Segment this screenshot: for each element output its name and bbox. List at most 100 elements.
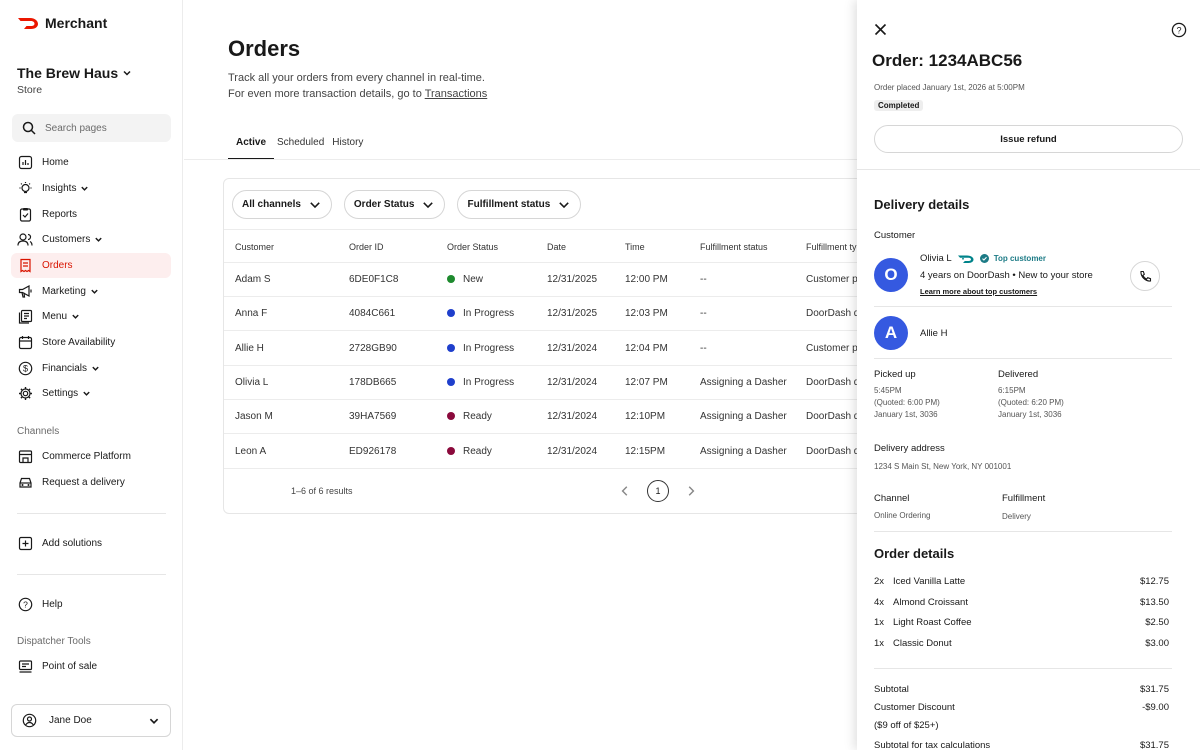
- car-icon: [17, 475, 33, 491]
- tab-active[interactable]: Active: [228, 130, 275, 160]
- sidebar-item-settings[interactable]: Settings: [11, 381, 171, 406]
- table-row[interactable]: Allie H 2728GB90 In Progress 12/31/2024 12:0…: [224, 332, 862, 366]
- order-item-qty: 2x: [874, 576, 885, 587]
- sidebar-item-menu[interactable]: Menu: [11, 304, 171, 329]
- table-cell-ftype: DoorDash d: [806, 376, 860, 388]
- fulfillment-value: Delivery: [1002, 512, 1031, 521]
- avatar: O: [874, 258, 908, 292]
- status-dot-icon: [447, 446, 455, 455]
- table-cell-id: 39HA7569: [349, 411, 397, 423]
- sidebar-item-commerce-platform[interactable]: Commerce Platform: [11, 444, 171, 469]
- table-cell-ftype: DoorDash d: [806, 445, 860, 457]
- chevron-down-icon: [92, 366, 99, 371]
- status-dot-icon: [447, 412, 455, 421]
- column-header[interactable]: Fulfillment status: [700, 242, 768, 252]
- svg-text:$: $: [22, 364, 27, 374]
- table-row[interactable]: Anna F 4084C661 In Progress 12/31/2025 12:03…: [224, 297, 862, 332]
- table-cell-customer: Leon A: [235, 445, 267, 457]
- sidebar-item-request-delivery[interactable]: Request a delivery: [11, 470, 171, 495]
- divider: [184, 159, 857, 160]
- table-header: Customer Order ID Order Status Date Time…: [224, 229, 862, 263]
- subtotal-value: $31.75: [1139, 684, 1169, 695]
- table-cell-customer: Anna F: [235, 308, 268, 320]
- column-header[interactable]: Date: [547, 242, 566, 252]
- phone-icon: [1139, 270, 1151, 282]
- sidebar-item-customers[interactable]: Customers: [11, 227, 171, 252]
- table-cell-time: 12:07 PM: [625, 376, 668, 388]
- table-cell-time: 12:03 PM: [625, 308, 668, 320]
- search-box[interactable]: [12, 114, 171, 142]
- divider: [874, 358, 1172, 359]
- tab-history[interactable]: History: [332, 130, 371, 160]
- doordash-logo-icon: [18, 18, 38, 29]
- sidebar-item-store-availability[interactable]: Store Availability: [11, 330, 171, 355]
- table-cell-ftype: Customer p: [806, 274, 858, 285]
- sidebar-item-reports[interactable]: Reports: [11, 202, 171, 227]
- column-header[interactable]: Time: [625, 242, 645, 252]
- call-customer-button[interactable]: [1130, 261, 1160, 291]
- close-icon[interactable]: [874, 23, 887, 36]
- column-header[interactable]: Customer: [235, 242, 274, 252]
- learn-more-link[interactable]: Learn more about top customers: [920, 287, 1037, 296]
- issue-refund-button[interactable]: Issue refund: [874, 125, 1183, 153]
- delivered-label: Delivered: [998, 369, 1039, 380]
- chevron-down-icon: [559, 201, 570, 208]
- fulfillment-status-filter[interactable]: Fulfillment status: [457, 190, 582, 219]
- sidebar-item-label: Store Availability: [42, 337, 116, 348]
- discount-value: -$9.00: [1142, 702, 1169, 713]
- add-solutions-button[interactable]: Add solutions: [11, 531, 171, 556]
- help-button[interactable]: ? Help: [11, 592, 171, 617]
- order-status-cell: In Progress: [447, 308, 514, 319]
- order-item-row: 2x Iced Vanilla Latte $12.75: [874, 576, 1169, 587]
- column-header[interactable]: Fulfillment ty: [806, 242, 857, 252]
- channel-label: Channel: [874, 493, 910, 504]
- column-header[interactable]: Order ID: [349, 242, 384, 252]
- status-text: New: [463, 274, 484, 285]
- transactions-link[interactable]: Transactions: [425, 88, 488, 100]
- table-row[interactable]: Adam S 6DE0F1C8 New 12/31/2025 12:00 PM -- Cus…: [224, 263, 862, 297]
- search-input[interactable]: [45, 122, 155, 134]
- chevron-right-icon[interactable]: [685, 485, 697, 497]
- delivery-address-label: Delivery address: [874, 443, 945, 454]
- tab-scheduled[interactable]: Scheduled: [274, 130, 332, 160]
- tax-subtotal-row: Subtotal for tax calculations $31.75: [874, 740, 1169, 750]
- table-cell-fstatus: --: [700, 274, 707, 285]
- brand[interactable]: Merchant: [17, 15, 107, 31]
- user-menu[interactable]: Jane Doe: [11, 704, 171, 737]
- sidebar-item-home[interactable]: Home: [11, 150, 171, 175]
- filter-bar: All channels Order Status Fulfillment st…: [232, 190, 582, 219]
- sidebar-item-orders[interactable]: Orders: [11, 253, 171, 278]
- sidebar-item-financials[interactable]: $ Financials: [11, 356, 171, 381]
- channels-filter[interactable]: All channels: [232, 190, 332, 219]
- sidebar-item-marketing[interactable]: Marketing: [11, 279, 171, 304]
- page-number-button[interactable]: 1: [647, 480, 669, 502]
- divider: [874, 531, 1172, 532]
- order-status-cell: New: [447, 274, 483, 285]
- column-header[interactable]: Order Status: [447, 242, 498, 252]
- sidebar-item-label: Add solutions: [42, 538, 103, 549]
- order-item-price: $12.75: [1139, 576, 1169, 587]
- table-row[interactable]: Leon A ED926178 Ready 12/31/2024 12:15PM Assi…: [224, 435, 862, 469]
- store-switcher[interactable]: The Brew Haus: [17, 65, 132, 81]
- sidebar-item-point-of-sale[interactable]: Point of sale: [11, 654, 171, 679]
- table-row[interactable]: Olivia L 178DB665 In Progress 12/31/2024 12:…: [224, 366, 862, 400]
- sidebar-item-label: Home: [42, 157, 69, 168]
- help-circle-icon[interactable]: ?: [1171, 22, 1187, 38]
- table-row[interactable]: Jason M 39HA7569 Ready 12/31/2024 12:10PM Ass…: [224, 400, 862, 435]
- store-name: The Brew Haus: [17, 65, 119, 81]
- pos-terminal-icon: [17, 659, 33, 675]
- sidebar-item-insights[interactable]: Insights: [11, 176, 171, 201]
- order-status-filter[interactable]: Order Status: [343, 190, 446, 219]
- delivered-info: 6:15PM (Quoted: 6:20 PM) January 1st, 30…: [998, 385, 1064, 421]
- status-text: Ready: [463, 411, 492, 423]
- table-cell-ftype: Customer p: [806, 342, 858, 354]
- chevron-down-icon: [123, 70, 131, 76]
- order-item-qty: 1x: [874, 638, 885, 650]
- status-dot-icon: [447, 275, 455, 283]
- customer-label: Customer: [874, 230, 916, 241]
- chevron-left-icon[interactable]: [619, 485, 631, 497]
- table-cell-fstatus: --: [700, 308, 707, 320]
- order-placed-date: Order placed January 1st, 2026 at 5:00PM: [874, 83, 1025, 92]
- gear-icon: [17, 386, 33, 402]
- discount-note: ($9 off of $25+): [874, 720, 939, 731]
